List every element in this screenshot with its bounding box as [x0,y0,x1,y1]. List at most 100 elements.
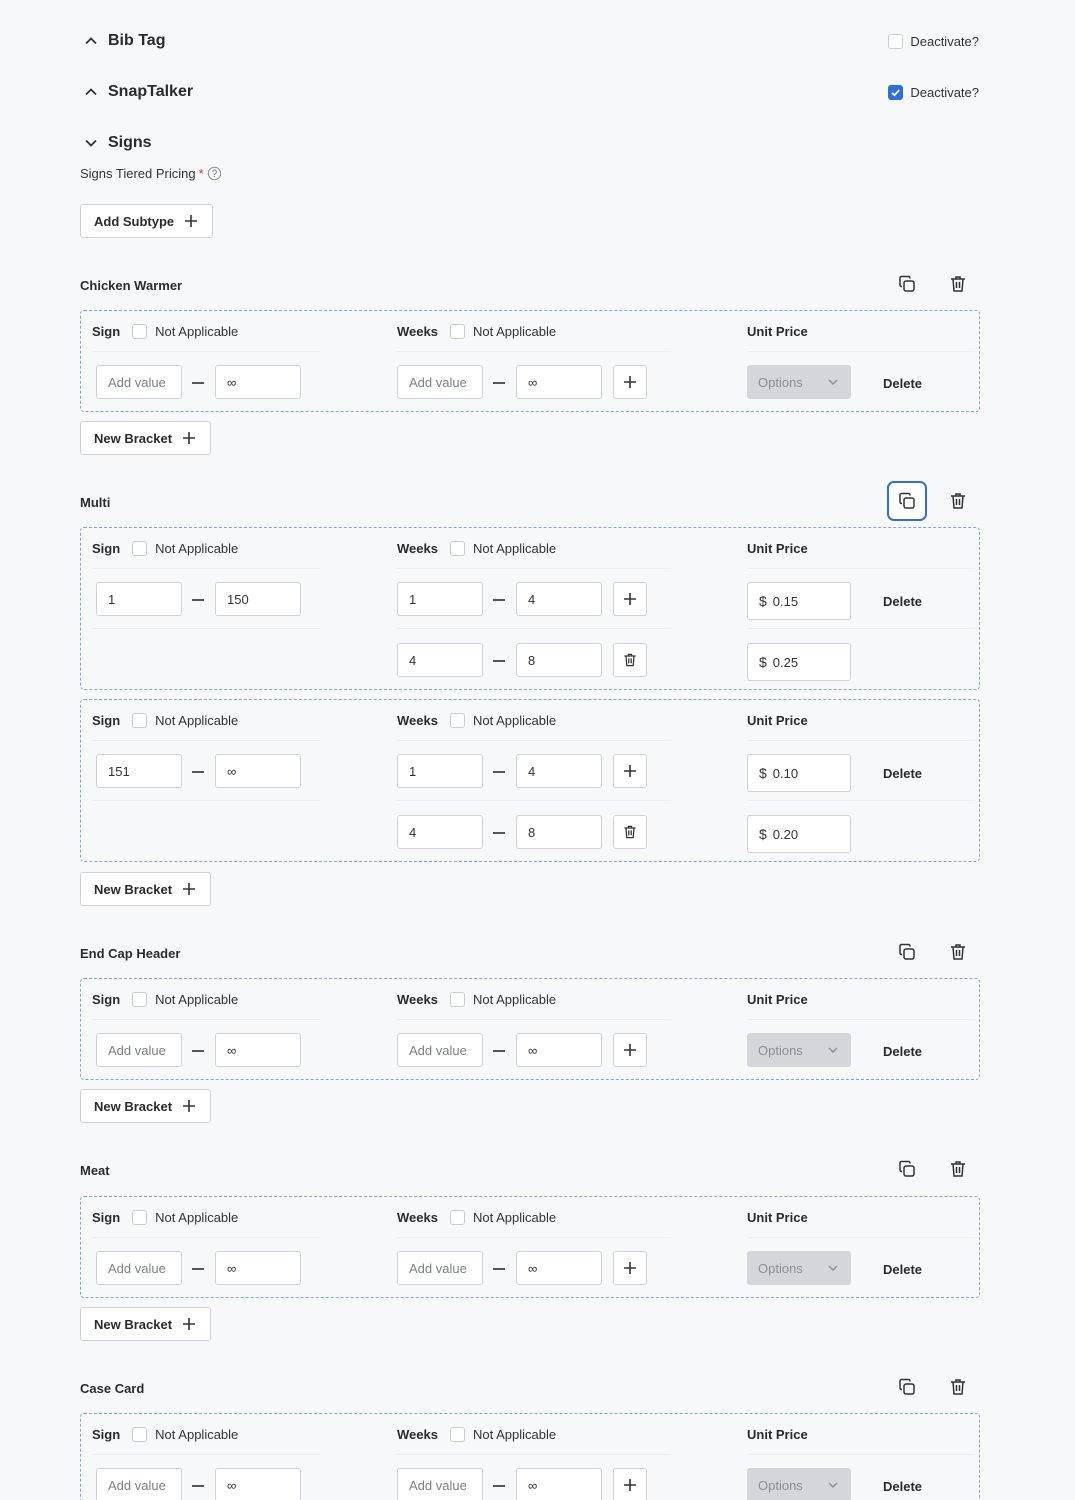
section-bib-tag[interactable]: Bib Tag Deactivate? [80,26,979,56]
trash-icon[interactable] [938,932,978,972]
weeks-min-input[interactable]: Add value [397,365,483,399]
delete-bracket-link[interactable]: Delete [883,1262,922,1277]
weeks-min-input[interactable]: 1 [397,754,483,788]
trash-icon[interactable] [938,481,978,521]
add-weeks-row-button[interactable] [613,1251,647,1285]
trash-icon[interactable] [938,1149,978,1189]
weeks-max-input[interactable]: 8 [516,815,602,849]
delete-bracket-link[interactable]: Delete [883,376,922,391]
sign-min-input[interactable]: Add value [96,365,182,399]
delete-weeks-row-button[interactable] [613,643,647,677]
not-applicable-checkbox[interactable] [132,324,148,339]
sign-max-input[interactable]: ∞ [215,1251,301,1285]
weeks-max-input[interactable]: ∞ [516,365,602,399]
not-applicable-label: Not Applicable [155,992,239,1007]
delete-bracket-link[interactable]: Delete [883,594,922,609]
delete-bracket-link[interactable]: Delete [883,1479,922,1494]
not-applicable-checkbox[interactable] [132,1210,148,1225]
sign-min-input[interactable]: 1 [96,582,182,616]
weeks-max-input[interactable]: 4 [516,582,602,616]
tiered-pricing-text: Signs Tiered Pricing [80,166,196,181]
add-weeks-row-button[interactable] [613,1468,647,1500]
unit-price-options-select[interactable]: Options [747,1468,851,1500]
deactivate-toggle[interactable]: Deactivate? [888,84,979,100]
section-signs[interactable]: Signs [80,128,979,158]
add-weeks-row-button[interactable] [613,365,647,399]
weeks-min-input[interactable]: 4 [397,643,483,677]
weeks-min-input[interactable]: Add value [397,1251,483,1285]
not-applicable-label: Not Applicable [472,992,557,1007]
weeks-min-input[interactable]: Add value [397,1468,483,1500]
weeks-max-input[interactable]: 8 [516,643,602,677]
not-applicable-checkbox[interactable] [449,541,465,556]
sign-column-header: Sign Not Applicable [92,992,238,1007]
copy-icon[interactable] [887,1367,927,1407]
add-weeks-row-button[interactable] [613,582,647,616]
unit-price-options-select[interactable]: Options [747,365,851,399]
not-applicable-checkbox[interactable] [449,324,465,339]
sign-column-header: Sign Not Applicable [92,1210,238,1225]
sign-min-input[interactable]: Add value [96,1468,182,1500]
sign-min-input[interactable]: 151 [96,754,182,788]
trash-icon[interactable] [938,1367,978,1407]
unit-price-options-select[interactable]: Options [747,1033,851,1067]
weeks-max-input[interactable]: ∞ [516,1033,602,1067]
unit-price-input[interactable]: $ 0.20 [747,815,851,853]
not-applicable-checkbox[interactable] [132,541,148,556]
weeks-max-input[interactable]: 4 [516,754,602,788]
delete-weeks-row-button[interactable] [613,815,647,849]
unit-price-input[interactable]: $ 0.25 [747,643,851,681]
delete-bracket-link[interactable]: Delete [883,1044,922,1059]
not-applicable-checkbox[interactable] [449,713,465,728]
deactivate-checkbox[interactable] [888,84,904,100]
weeks-max-input[interactable]: ∞ [516,1468,602,1500]
copy-icon[interactable] [887,932,927,972]
sign-max-input[interactable]: 150 [215,582,301,616]
not-applicable-checkbox[interactable] [132,1427,148,1442]
weeks-min-input[interactable]: 4 [397,815,483,849]
weeks-min-input[interactable]: Add value [397,1033,483,1067]
unit-price-input[interactable]: $ 0.10 [747,754,851,792]
not-applicable-checkbox[interactable] [449,992,465,1007]
unit-price-options-select[interactable]: Options [747,1251,851,1285]
not-applicable-checkbox[interactable] [449,1210,465,1225]
weeks-min-input[interactable]: 1 [397,582,483,616]
new-bracket-button[interactable]: New Bracket [80,872,212,906]
bracket-box: Sign Not Applicable Weeks Not Applicable… [80,1413,980,1500]
sign-max-input[interactable]: ∞ [215,1468,301,1500]
sign-max-input[interactable]: ∞ [215,365,301,399]
unit-price-value: 0.10 [772,765,799,781]
new-bracket-button[interactable]: New Bracket [80,1089,212,1123]
trash-icon[interactable] [938,264,978,304]
sign-max-input[interactable]: ∞ [215,1033,301,1067]
section-snaptalker[interactable]: SnapTalker Deactivate? [80,77,979,107]
add-weeks-row-button[interactable] [613,1033,647,1067]
weeks-max-input[interactable]: ∞ [516,1251,602,1285]
unit-price-column-header: Unit Price [747,1427,812,1442]
deactivate-checkbox[interactable] [888,33,904,49]
copy-icon[interactable] [887,481,927,521]
deactivate-toggle[interactable]: Deactivate? [888,33,979,49]
delete-bracket-link[interactable]: Delete [883,766,922,781]
not-applicable-checkbox[interactable] [132,992,148,1007]
new-bracket-button[interactable]: New Bracket [80,1307,212,1341]
chevron-up-icon[interactable] [80,30,102,52]
help-circle-icon[interactable] [207,166,222,181]
not-applicable-checkbox[interactable] [449,1427,465,1442]
sign-min-input[interactable]: Add value [96,1251,182,1285]
add-weeks-row-button[interactable] [613,754,647,788]
group-title: Chicken Warmer [80,278,183,293]
copy-icon[interactable] [887,1149,927,1189]
add-subtype-button[interactable]: Add Subtype [80,204,214,238]
chevron-up-icon[interactable] [80,81,102,103]
chevron-down-icon[interactable] [80,132,102,154]
not-applicable-checkbox[interactable] [132,713,148,728]
weeks-column-header: Weeks Not Applicable [397,541,556,556]
weeks-column-header: Weeks Not Applicable [397,1210,556,1225]
unit-price-input[interactable]: $ 0.15 [747,582,851,620]
new-bracket-button[interactable]: New Bracket [80,421,212,455]
copy-icon[interactable] [887,264,927,304]
weeks-column-header: Weeks Not Applicable [397,324,556,339]
sign-max-input[interactable]: ∞ [215,754,301,788]
sign-min-input[interactable]: Add value [96,1033,182,1067]
